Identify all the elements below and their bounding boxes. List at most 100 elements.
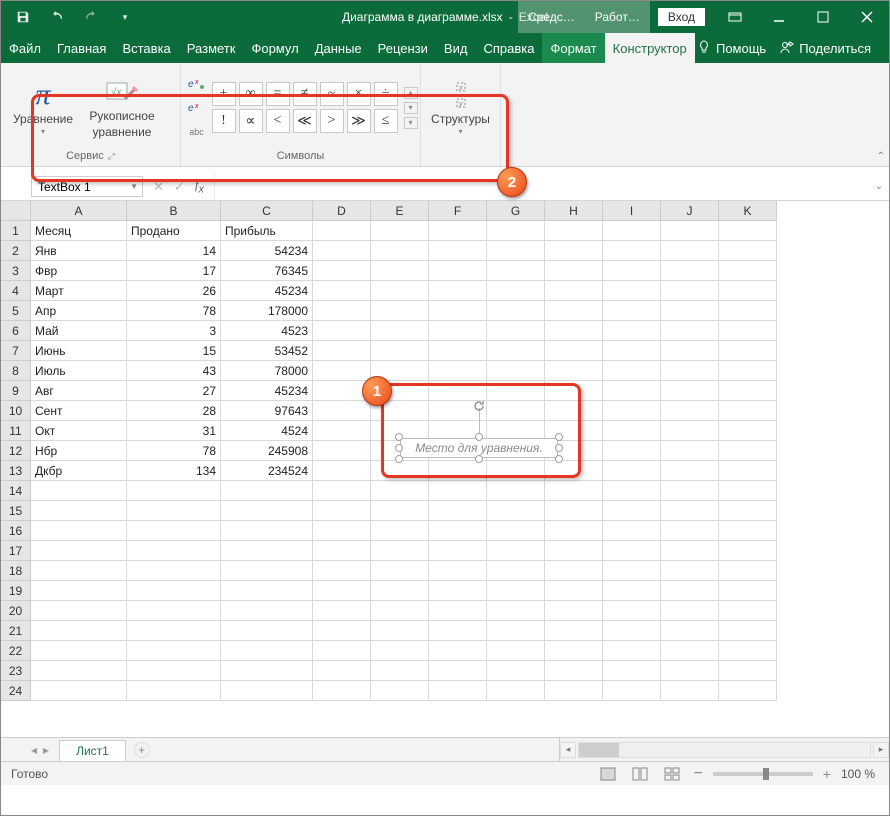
- cell[interactable]: [371, 481, 429, 501]
- ribbon-display-icon[interactable]: [713, 1, 757, 33]
- cell[interactable]: [661, 301, 719, 321]
- cell[interactable]: 78000: [221, 361, 313, 381]
- row-header[interactable]: 3: [1, 261, 31, 281]
- column-header[interactable]: F: [429, 201, 487, 221]
- cell[interactable]: 4524: [221, 421, 313, 441]
- tab-format[interactable]: Формат: [542, 33, 604, 63]
- cell[interactable]: [661, 581, 719, 601]
- symbol-cell[interactable]: !: [212, 109, 236, 133]
- cell[interactable]: [661, 621, 719, 641]
- cell[interactable]: [429, 541, 487, 561]
- cell[interactable]: [429, 501, 487, 521]
- cell[interactable]: Май: [31, 321, 127, 341]
- cell[interactable]: [221, 541, 313, 561]
- cell[interactable]: [429, 601, 487, 621]
- cell[interactable]: [487, 641, 545, 661]
- cell[interactable]: [661, 681, 719, 701]
- cell[interactable]: [371, 461, 429, 481]
- tab-insert[interactable]: Вставка: [114, 33, 178, 63]
- cell[interactable]: [221, 641, 313, 661]
- cell[interactable]: [429, 281, 487, 301]
- cell[interactable]: [603, 261, 661, 281]
- cell[interactable]: [31, 521, 127, 541]
- row-header[interactable]: 17: [1, 541, 31, 561]
- cell[interactable]: [429, 461, 487, 481]
- cell[interactable]: 3: [127, 321, 221, 341]
- cell[interactable]: [371, 561, 429, 581]
- cell[interactable]: Апр: [31, 301, 127, 321]
- cell[interactable]: [429, 321, 487, 341]
- cell[interactable]: Июль: [31, 361, 127, 381]
- cell[interactable]: 245908: [221, 441, 313, 461]
- cell[interactable]: [661, 421, 719, 441]
- cell[interactable]: 234524: [221, 461, 313, 481]
- cell[interactable]: [545, 241, 603, 261]
- cell[interactable]: [661, 401, 719, 421]
- column-header[interactable]: C: [221, 201, 313, 221]
- chevron-down-icon[interactable]: ▼: [130, 182, 138, 191]
- cell[interactable]: [603, 361, 661, 381]
- cell[interactable]: Месяц: [31, 221, 127, 241]
- symbol-cell[interactable]: ∞: [239, 82, 263, 106]
- cell[interactable]: [371, 681, 429, 701]
- cell[interactable]: [603, 601, 661, 621]
- cell[interactable]: [719, 241, 777, 261]
- gallery-down-icon[interactable]: ▾: [404, 102, 418, 114]
- cell[interactable]: [127, 681, 221, 701]
- row-header[interactable]: 1: [1, 221, 31, 241]
- cell[interactable]: [31, 501, 127, 521]
- formula-input[interactable]: [214, 173, 869, 200]
- login-button[interactable]: Вход: [658, 8, 705, 26]
- cell[interactable]: [545, 641, 603, 661]
- cell[interactable]: [719, 261, 777, 281]
- equation-textbox[interactable]: Место для уравнения.: [400, 438, 558, 458]
- cell[interactable]: [719, 601, 777, 621]
- cell[interactable]: Авг: [31, 381, 127, 401]
- dialog-launcher-icon[interactable]: ⤢: [108, 151, 115, 162]
- tab-help[interactable]: Справка: [475, 33, 542, 63]
- cell[interactable]: [603, 301, 661, 321]
- cell[interactable]: Июнь: [31, 341, 127, 361]
- cell[interactable]: [31, 681, 127, 701]
- cell[interactable]: [487, 521, 545, 541]
- row-header[interactable]: 14: [1, 481, 31, 501]
- close-icon[interactable]: [845, 1, 889, 33]
- cell[interactable]: [487, 361, 545, 381]
- cell[interactable]: [31, 561, 127, 581]
- cell[interactable]: [313, 661, 371, 681]
- cell[interactable]: [127, 621, 221, 641]
- cell[interactable]: [661, 381, 719, 401]
- cell[interactable]: [487, 541, 545, 561]
- zoom-out-icon[interactable]: −: [693, 765, 702, 783]
- cell[interactable]: [127, 661, 221, 681]
- cell[interactable]: [127, 561, 221, 581]
- cell[interactable]: [545, 381, 603, 401]
- row-header[interactable]: 8: [1, 361, 31, 381]
- cell[interactable]: [127, 501, 221, 521]
- gallery-more-icon[interactable]: ▾: [404, 117, 418, 129]
- cell[interactable]: [313, 441, 371, 461]
- symbols-gallery[interactable]: ±∞=≠~×÷!∝<≪>≫≤: [212, 82, 398, 133]
- tell-me-button[interactable]: Помощь: [697, 40, 766, 57]
- cell[interactable]: [313, 281, 371, 301]
- cell[interactable]: [313, 601, 371, 621]
- resize-handle[interactable]: [395, 433, 403, 441]
- minimize-icon[interactable]: [757, 1, 801, 33]
- cell[interactable]: [545, 581, 603, 601]
- cell[interactable]: [371, 341, 429, 361]
- rotate-handle-icon[interactable]: [471, 398, 487, 414]
- tab-view[interactable]: Вид: [436, 33, 476, 63]
- column-header[interactable]: J: [661, 201, 719, 221]
- cell[interactable]: [661, 321, 719, 341]
- cell[interactable]: [719, 521, 777, 541]
- cell[interactable]: [313, 341, 371, 361]
- cell[interactable]: 54234: [221, 241, 313, 261]
- symbol-cell[interactable]: <: [266, 109, 290, 133]
- scroll-left-icon[interactable]: ◂: [560, 742, 576, 758]
- cell[interactable]: [429, 341, 487, 361]
- sheet-nav-prev-icon[interactable]: ◂: [31, 743, 37, 757]
- cell[interactable]: [487, 381, 545, 401]
- symbol-cell[interactable]: ≪: [293, 109, 317, 133]
- cell[interactable]: [313, 541, 371, 561]
- cell[interactable]: [603, 441, 661, 461]
